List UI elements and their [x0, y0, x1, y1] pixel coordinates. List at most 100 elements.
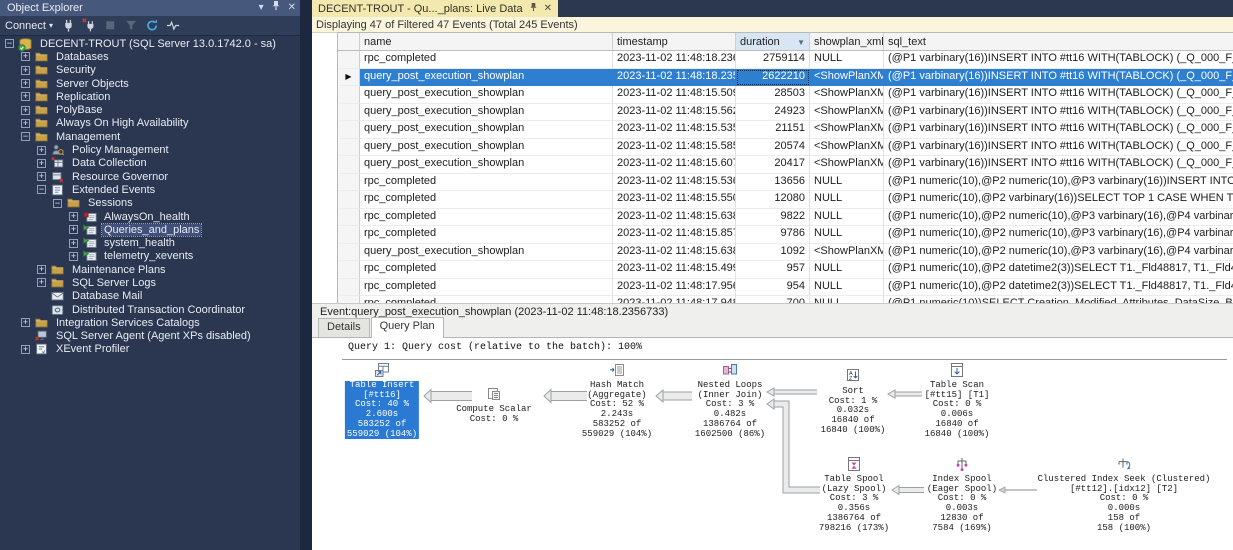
event-row-query_post_execution_showplan[interactable]: query_post_execution_showplan2023-11-02 …	[338, 139, 1233, 157]
event-row-query_post_execution_showplan[interactable]: query_post_execution_showplan2023-11-02 …	[338, 104, 1233, 122]
expand-icon[interactable]: +	[69, 225, 78, 234]
expand-icon[interactable]: +	[37, 172, 46, 181]
tree-item-xevent-profiler[interactable]: +XEvent Profiler	[0, 343, 300, 356]
column-header-name[interactable]: name	[360, 33, 613, 51]
plan-node-nested-loops[interactable]: Nested Loops(Inner Join)Cost: 3 %0.482s1…	[693, 381, 767, 439]
cell-name: rpc_completed	[360, 191, 613, 209]
close-icon[interactable]: ✕	[544, 4, 552, 14]
expand-icon[interactable]: +	[21, 92, 30, 101]
tree-item-polybase[interactable]: +PolyBase	[0, 103, 300, 116]
event-row-rpc_completed[interactable]: rpc_completed2023-11-02 11:48:15.5365042…	[338, 174, 1233, 192]
panel-splitter[interactable]	[300, 0, 312, 550]
close-icon[interactable]: ✕	[288, 1, 296, 15]
filter-icon[interactable]	[124, 18, 139, 33]
tree-item-distributed-transaction-coordinator[interactable]: Distributed Transaction Coordinator	[0, 303, 300, 316]
event-row-query_post_execution_showplan[interactable]: query_post_execution_showplan2023-11-02 …	[338, 121, 1233, 139]
event-row-rpc_completed[interactable]: rpc_completed2023-11-02 11:48:15.4991719…	[338, 261, 1233, 279]
tree-item-sessions[interactable]: −Sessions	[0, 197, 300, 210]
tab-details[interactable]: Details	[318, 318, 370, 337]
tab-query-plan[interactable]: Query Plan	[371, 317, 444, 338]
tree-item-maintenance-plans[interactable]: +Maintenance Plans	[0, 263, 300, 276]
event-row-rpc_completed[interactable]: rpc_completed2023-11-02 11:48:18.2364964…	[338, 51, 1233, 69]
tree-item-system-health[interactable]: +system_health	[0, 236, 300, 249]
plan-node-hash-match[interactable]: Hash Match(Aggregate)Cost: 52 %2.243s583…	[580, 381, 654, 439]
pin-icon[interactable]	[271, 0, 281, 16]
column-header-showplan_xml[interactable]: showplan_xml	[810, 33, 884, 51]
event-row-query_post_execution_showplan[interactable]: query_post_execution_showplan2023-11-02 …	[338, 156, 1233, 174]
expand-icon[interactable]: +	[21, 119, 30, 128]
tree-item-extended-events[interactable]: −Extended Events	[0, 183, 300, 196]
object-explorer-titlebar[interactable]: Object Explorer ▾ ✕	[0, 0, 300, 16]
connect-plug-icon[interactable]	[61, 18, 76, 33]
folder-icon	[66, 196, 82, 210]
expand-icon[interactable]: +	[37, 265, 46, 274]
stop-icon[interactable]	[103, 18, 118, 33]
plan-node-table-spool[interactable]: Table Spool(Lazy Spool)Cost: 3 %0.356s13…	[817, 475, 891, 533]
plan-node-clustered-index-seek[interactable]: Clustered Index Seek (Clustered)[#tt12].…	[1036, 475, 1213, 533]
event-row-rpc_completed[interactable]: rpc_completed2023-11-02 11:48:17.9569026…	[338, 279, 1233, 297]
collapse-icon[interactable]: −	[5, 39, 14, 48]
cell-duration: 2622210	[736, 69, 810, 87]
plan-node-table-insert[interactable]: Table Insert[#tt16]Cost: 40 %2.600s58325…	[345, 381, 419, 439]
tree-item-integration-services-catalogs[interactable]: +Integration Services Catalogs	[0, 316, 300, 329]
row-selector-cell	[338, 226, 360, 244]
tree-item-data-collection[interactable]: +Data Collection	[0, 157, 300, 170]
expand-icon[interactable]: +	[37, 159, 46, 168]
tree-item-replication[interactable]: +Replication	[0, 90, 300, 103]
column-header-timestamp[interactable]: timestamp	[613, 33, 736, 51]
column-header-duration[interactable]: duration▼	[736, 33, 810, 51]
collapse-icon[interactable]: −	[53, 199, 62, 208]
window-position-icon[interactable]: ▾	[259, 1, 264, 15]
tree-item-decent-trout-sql-server-13-0-1742-0-sa[interactable]: −DECENT-TROUT (SQL Server 13.0.1742.0 - …	[0, 37, 300, 50]
tab-live-data[interactable]: DECENT-TROUT - Qu..._plans: Live Data ✕	[312, 0, 558, 17]
event-row-rpc_completed[interactable]: rpc_completed2023-11-02 11:48:15.5502318…	[338, 191, 1233, 209]
expand-icon[interactable]: +	[21, 79, 30, 88]
tree-item-label: Always On High Availability	[54, 117, 190, 129]
collapse-icon[interactable]: −	[37, 185, 46, 194]
tree-item-policy-management[interactable]: +Policy Management	[0, 143, 300, 156]
cell-showplan_xml: <ShowPlanXML ...	[810, 104, 884, 122]
tree-item-sql-server-agent-agent-xps-disabled[interactable]: SQL Server Agent (Agent XPs disabled)	[0, 330, 300, 343]
expand-icon[interactable]: +	[69, 239, 78, 248]
plan-node-index-spool[interactable]: Index Spool(Eager Spool)Cost: 0 %0.003s1…	[925, 475, 999, 533]
expand-icon[interactable]: +	[21, 318, 30, 327]
event-row-query_post_execution_showplan[interactable]: query_post_execution_showplan2023-11-02 …	[338, 86, 1233, 104]
tree-item-server-objects[interactable]: +Server Objects	[0, 77, 300, 90]
tree-item-sql-server-logs[interactable]: +SQL Server Logs	[0, 276, 300, 289]
tree-item-always-on-high-availability[interactable]: + Always On High Availability	[0, 117, 300, 130]
cell-duration: 9786	[736, 226, 810, 244]
collapse-icon[interactable]: −	[21, 132, 30, 141]
column-header-sql_text[interactable]: sql_text	[884, 33, 1233, 51]
plan-node-sort[interactable]: SortCost: 1 %0.032s16840 of16840 (100%)	[819, 387, 888, 436]
expand-icon[interactable]: +	[69, 212, 78, 221]
event-row-rpc_completed[interactable]: rpc_completed2023-11-02 11:48:15.6382859…	[338, 209, 1233, 227]
plan-node-table-scan[interactable]: Table Scan[#tt15] [T1]Cost: 0 %0.006s168…	[923, 381, 992, 439]
refresh-icon[interactable]	[145, 18, 160, 33]
tree-item-database-mail[interactable]: Database Mail	[0, 290, 300, 303]
cell-timestamp: 2023-11-02 11:48:18.2356733	[613, 69, 736, 87]
event-row-rpc_completed[interactable]: rpc_completed2023-11-02 11:48:15.8577483…	[338, 226, 1233, 244]
expand-icon[interactable]: +	[21, 106, 30, 115]
connect-button[interactable]: Connect ▾	[5, 20, 53, 32]
expand-icon[interactable]: +	[21, 66, 30, 75]
tree-item-resource-governor[interactable]: +Resource Governor	[0, 170, 300, 183]
plan-node-compute-scalar[interactable]: Compute ScalarCost: 0 %	[454, 405, 534, 424]
tree-item-telemetry-xevents[interactable]: +telemetry_xevents	[0, 250, 300, 263]
pin-icon[interactable]	[529, 2, 538, 15]
event-row-query_post_execution_showplan[interactable]: query_post_execution_showplan2023-11-02 …	[338, 244, 1233, 262]
tree-item-alwayson-health[interactable]: +AlwaysOn_health	[0, 210, 300, 223]
tree-item-databases[interactable]: +Databases	[0, 50, 300, 63]
expand-icon[interactable]: +	[21, 345, 30, 354]
expand-icon[interactable]: +	[21, 52, 30, 61]
tree-item-management[interactable]: −Management	[0, 130, 300, 143]
live-monitor-icon[interactable]	[166, 18, 181, 33]
expand-icon[interactable]: +	[37, 278, 46, 287]
expand-icon[interactable]: +	[69, 252, 78, 261]
disconnect-plug-icon[interactable]	[82, 18, 97, 33]
cell-duration: 957	[736, 261, 810, 279]
cell-duration: 20417	[736, 156, 810, 174]
event-row-query_post_execution_showplan[interactable]: ▶query_post_execution_showplan2023-11-02…	[338, 69, 1233, 87]
tree-item-security[interactable]: +Security	[0, 64, 300, 77]
tree-item-queries-and-plans[interactable]: +Queries_and_plans	[0, 223, 300, 236]
expand-icon[interactable]: +	[37, 146, 46, 155]
